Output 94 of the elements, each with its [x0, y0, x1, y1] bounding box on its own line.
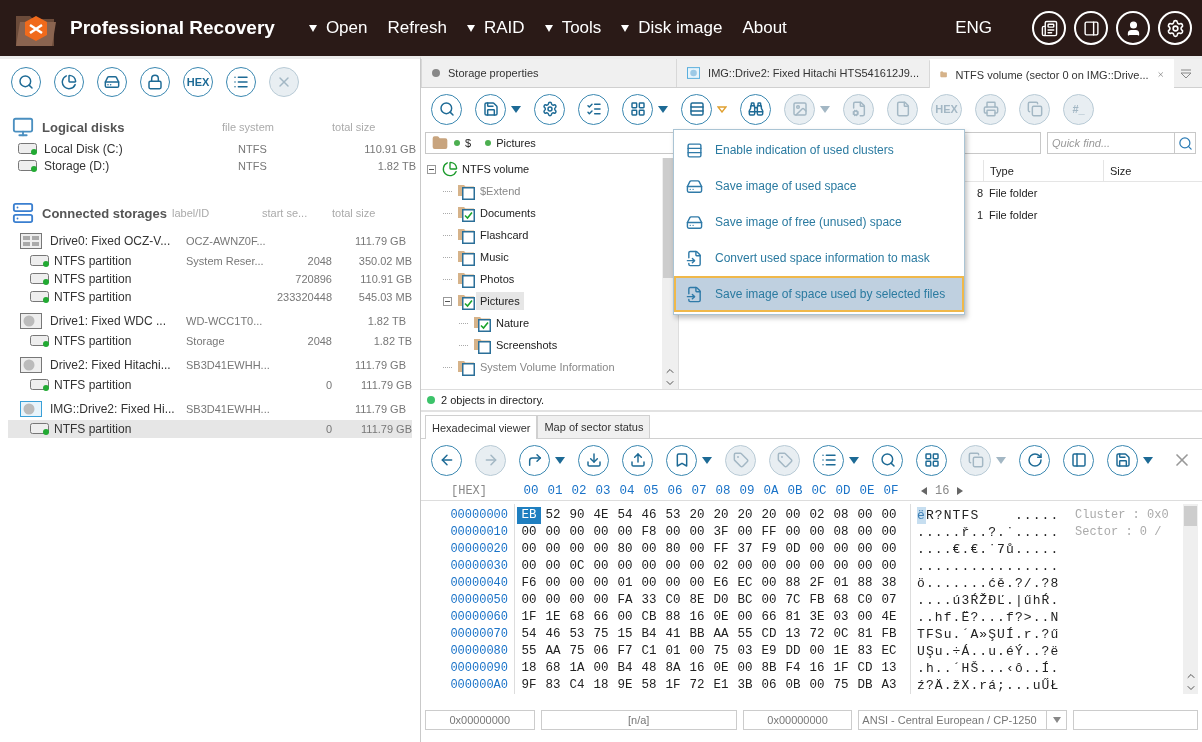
ascii-text: ................	[917, 558, 1060, 575]
row-offset: 00000030	[450, 558, 508, 575]
section-title: Connected storages	[42, 205, 168, 221]
partition-name: NTFS partition	[54, 290, 133, 304]
column-number: 03	[594, 483, 612, 498]
label-id: OCZ-AWNZ0F...	[186, 235, 267, 247]
sector-info: Sector : 0 /	[1075, 524, 1163, 541]
start-sector: 2048	[306, 335, 332, 347]
row-offset: 00000020	[450, 541, 508, 558]
column-header: total size	[332, 121, 377, 133]
column-number: 01	[546, 483, 564, 498]
label-id: Storage	[186, 335, 226, 347]
row-offset: 00000090	[450, 660, 508, 677]
column-number: 00	[522, 483, 540, 498]
total-size: 111.79 GB	[360, 423, 412, 435]
info-field: [n/a]	[540, 710, 737, 730]
total-size: 545.03 MB	[357, 291, 412, 303]
app-title: Professional Recovery	[70, 17, 275, 39]
column-number: 0D	[834, 483, 852, 498]
label-id: SB3D41EWHH...	[186, 403, 270, 415]
drive-name: IMG::Drive2: Fixed Hi...	[50, 402, 176, 416]
row-offset: 000000A0	[450, 677, 508, 694]
total-size: 1.82 TB	[372, 335, 412, 347]
partition-name: NTFS partition	[54, 254, 133, 268]
section-title: Logical disks	[42, 119, 126, 135]
column-number: 0F	[882, 483, 900, 498]
total-size: 111.79 GB	[354, 403, 406, 415]
hex-label: [HEX]	[450, 483, 488, 498]
table-cell-text: 8	[975, 187, 983, 199]
total-size: 110.91 GB	[363, 142, 416, 155]
partition-name: NTFS partition	[54, 378, 133, 392]
column-number: 08	[714, 483, 732, 498]
label-id: WD-WCC1T0...	[186, 315, 264, 327]
ascii-text: ..hf.Ë?...f?>..N	[917, 609, 1060, 626]
drive-name: Drive1: Fixed WDC ...	[50, 314, 167, 328]
label-id: SB3D41EWHH...	[186, 359, 270, 371]
row-offset: 00000040	[450, 575, 508, 592]
total-size: 1.82 TB	[366, 315, 406, 327]
partition-name: NTFS partition	[54, 272, 133, 286]
drive-name: Drive0: Fixed OCZ-V...	[50, 234, 172, 248]
column-number: 04	[618, 483, 636, 498]
ascii-text: ....ú3ŔŽĐĽ.|űhŔ.	[917, 592, 1060, 609]
column-number: 0E	[858, 483, 876, 498]
ascii-text: ö.......ćě.?/.?8	[917, 575, 1060, 592]
row-offset: 00000060	[450, 609, 508, 626]
ascii-text: UŞu.÷Á..u.éÝ..?ë	[917, 643, 1060, 660]
start-sector: 0	[324, 379, 332, 391]
total-size: 110.91 GB	[359, 273, 412, 285]
info-field: 0x00000000	[425, 710, 535, 730]
column-number: 06	[666, 483, 684, 498]
start-sector: 720896	[294, 273, 332, 285]
row-offset: 00000010	[450, 524, 508, 541]
column-number: 02	[570, 483, 588, 498]
partition-name: NTFS partition	[54, 422, 133, 436]
column-header: start se...	[262, 207, 309, 219]
info-field: 0x00000000	[742, 710, 853, 730]
file-system: NTFS	[238, 159, 268, 172]
ascii-text: TFSu.´A»ŞUÍ.r.?ű	[917, 626, 1060, 643]
ascii-text: ź?Ä.žX.rá;...uŰŁ	[917, 677, 1060, 694]
row-offset: 00000050	[450, 592, 508, 609]
ascii-text: .....ř..?.˙.....	[917, 524, 1060, 541]
row-offset: 00000080	[450, 643, 508, 660]
start-sector: 2048	[306, 255, 332, 267]
sector-info: Cluster : 0x0	[1075, 507, 1170, 524]
column-number: 0A	[762, 483, 780, 498]
total-size: 111.79 GB	[354, 235, 406, 247]
table-cell-text: File folder	[988, 209, 1039, 221]
width-value: 16	[935, 483, 950, 498]
column-header: label/ID	[172, 207, 211, 219]
column-number: 0B	[786, 483, 804, 498]
start-sector: 0	[324, 423, 332, 435]
total-size: 111.79 GB	[360, 379, 412, 391]
label-id: System Reser...	[186, 255, 265, 267]
ascii-text: .h..´HŠ...‹ô..Í.	[917, 660, 1060, 677]
column-number: 09	[738, 483, 756, 498]
row-offset: 00000070	[450, 626, 508, 643]
file-system: NTFS	[238, 142, 268, 155]
column-header: file system	[222, 121, 275, 133]
total-size: 111.79 GB	[354, 359, 406, 371]
column-header: total size	[332, 207, 377, 219]
row-offset: 00000000	[450, 507, 508, 524]
column-number: 0C	[810, 483, 828, 498]
start-sector: 233320448	[275, 291, 332, 303]
drive-name: Drive2: Fixed Hitachi...	[50, 358, 172, 372]
status-text: 2 objects in directory.	[441, 394, 545, 406]
total-size: 1.82 TB	[376, 159, 416, 172]
table-cell-text: File folder	[988, 187, 1039, 199]
total-size: 350.02 MB	[357, 255, 412, 267]
column-number: 07	[690, 483, 708, 498]
partition-name: NTFS partition	[54, 334, 133, 348]
ascii-text: ....€.€.˙7ů.....	[917, 541, 1060, 558]
table-cell-text: 1	[975, 209, 983, 221]
column-number: 05	[642, 483, 660, 498]
ascii-text: R?NTFS .....	[925, 507, 1060, 524]
